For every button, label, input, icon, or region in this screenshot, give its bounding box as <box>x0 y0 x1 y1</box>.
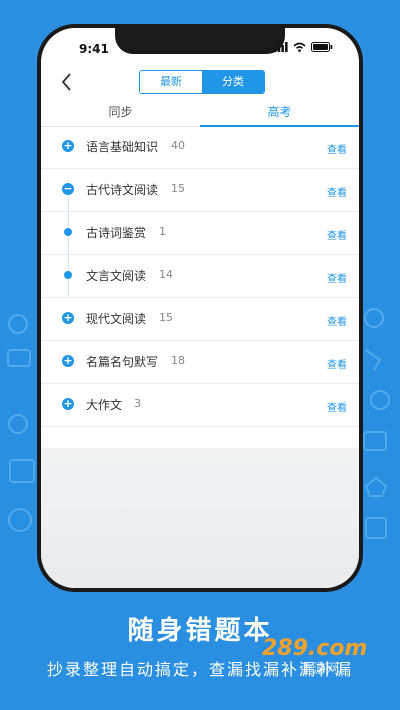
item-name: 文言文阅读 <box>86 269 147 283</box>
status-time: 9:41 <box>79 42 109 56</box>
item-count: 15 <box>159 311 173 324</box>
list-item[interactable]: 文言文阅读 14 查看 <box>41 255 359 298</box>
plus-circle-icon[interactable]: + <box>62 398 74 410</box>
list-item[interactable]: + 大作文 3 查看 <box>41 384 359 427</box>
segment-latest[interactable]: 最新 <box>140 71 202 93</box>
category-list: + 语言基础知识 40 查看 − 古代诗文阅读 15 查看 古诗词鉴赏 1 查看… <box>41 126 359 427</box>
item-name: 大作文 <box>86 398 123 412</box>
list-item[interactable]: − 古代诗文阅读 15 查看 <box>41 169 359 212</box>
phone-frame: 9:41 最新 分类 同步 高考 + 语言基础知识 40 查看 − 古代诗文阅读… <box>41 28 359 588</box>
tab-sync[interactable]: 同步 <box>41 100 200 126</box>
list-item[interactable]: + 名篇名句默写 18 查看 <box>41 341 359 384</box>
list-item[interactable]: + 语言基础知识 40 查看 <box>41 126 359 169</box>
tab-gaokao[interactable]: 高考 <box>200 100 359 127</box>
view-link[interactable]: 查看 <box>327 313 347 328</box>
signal-icon <box>274 42 288 52</box>
segment-category[interactable]: 分类 <box>202 71 264 93</box>
wifi-icon <box>293 42 306 52</box>
view-link[interactable]: 查看 <box>327 356 347 371</box>
plus-circle-icon[interactable]: + <box>62 140 74 152</box>
view-link[interactable]: 查看 <box>327 399 347 414</box>
item-name: 语言基础知识 <box>86 140 159 154</box>
phone-notch <box>115 28 285 54</box>
dot-icon <box>64 228 72 236</box>
empty-area <box>41 448 359 588</box>
segmented-control: 最新 分类 <box>139 70 265 94</box>
item-count: 15 <box>171 182 185 195</box>
item-name: 古诗词鉴赏 <box>86 226 147 240</box>
list-item[interactable]: 古诗词鉴赏 1 查看 <box>41 212 359 255</box>
view-link[interactable]: 查看 <box>327 227 347 242</box>
list-item[interactable]: + 现代文阅读 15 查看 <box>41 298 359 341</box>
item-count: 14 <box>159 268 173 281</box>
status-icons <box>274 42 333 52</box>
plus-circle-icon[interactable]: + <box>62 312 74 324</box>
item-count: 40 <box>171 139 185 152</box>
item-count: 18 <box>171 354 185 367</box>
view-link[interactable]: 查看 <box>327 270 347 285</box>
item-name: 名篇名句默写 <box>86 355 159 369</box>
view-link[interactable]: 查看 <box>327 184 347 199</box>
battery-icon <box>311 42 333 52</box>
item-count: 3 <box>134 397 141 410</box>
minus-circle-icon[interactable]: − <box>62 183 74 195</box>
item-name: 古代诗文阅读 <box>86 183 159 197</box>
tab-bar: 同步 高考 <box>41 100 359 127</box>
view-link[interactable]: 查看 <box>327 141 347 156</box>
dot-icon <box>64 271 72 279</box>
plus-circle-icon[interactable]: + <box>62 355 74 367</box>
watermark-sub: 手游网 <box>300 662 340 677</box>
item-name: 现代文阅读 <box>86 312 147 326</box>
item-count: 1 <box>159 225 166 238</box>
app-header: 最新 分类 <box>41 64 359 100</box>
back-icon[interactable] <box>57 70 77 94</box>
